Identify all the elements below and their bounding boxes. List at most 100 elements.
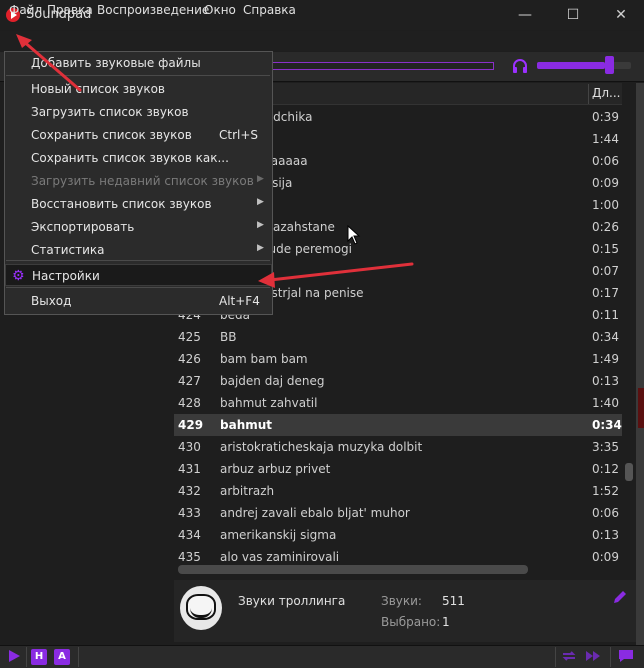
trollface-avatar bbox=[180, 586, 222, 630]
sounds-count-label: Звуки: bbox=[381, 594, 422, 608]
menu-window[interactable]: Окно bbox=[204, 3, 236, 17]
menu-separator bbox=[6, 75, 270, 76]
file-menu-item[interactable]: Выход Alt+F4 bbox=[5, 290, 272, 312]
menu-file[interactable]: Файл bbox=[9, 3, 42, 17]
status-separator bbox=[555, 647, 556, 667]
menu-item-label: Загрузить недавний список звуков bbox=[31, 174, 254, 188]
row-index: 433 bbox=[178, 506, 201, 520]
row-title: arbitrazh bbox=[220, 484, 275, 498]
selected-count-label: Выбрано: bbox=[381, 615, 441, 629]
table-row[interactable]: 430 aristokraticheskaja muzyka dolbit 3:35 bbox=[174, 436, 622, 458]
submenu-arrow-icon: ▶ bbox=[257, 220, 264, 230]
row-duration: 0:17 bbox=[592, 286, 619, 300]
menu-playback[interactable]: Воспроизведение bbox=[97, 3, 209, 17]
menu-item-label: Статистика bbox=[31, 243, 105, 257]
file-menu-item[interactable]: ⚙ Настройки bbox=[5, 264, 272, 286]
row-duration: 0:34 bbox=[592, 418, 622, 432]
volume-slider[interactable] bbox=[537, 62, 631, 69]
column-divider[interactable] bbox=[588, 84, 589, 104]
gear-icon: ⚙ bbox=[12, 268, 25, 284]
file-menu-item[interactable]: Загрузить список звуков bbox=[5, 101, 272, 123]
menu-bar bbox=[0, 31, 644, 51]
minimize-button[interactable]: — bbox=[507, 4, 543, 26]
status-separator bbox=[78, 647, 79, 667]
row-title: alo vas zaminirovali bbox=[220, 550, 340, 564]
menu-item-label: Экспортировать bbox=[31, 220, 135, 234]
row-index: 429 bbox=[178, 418, 204, 432]
auto-toggle-button[interactable]: A bbox=[54, 649, 70, 665]
horizontal-scrollbar-thumb[interactable] bbox=[178, 565, 528, 574]
row-title: andrej zavali ebalo bljat' muhor bbox=[220, 506, 410, 520]
row-title: BB bbox=[220, 330, 237, 344]
row-duration: 0:12 bbox=[592, 462, 619, 476]
row-duration: 0:11 bbox=[592, 308, 619, 322]
next-icon[interactable] bbox=[585, 649, 601, 665]
menu-item-label: Сохранить список звуков bbox=[31, 128, 192, 142]
table-row[interactable]: 428 bahmut zahvatil 1:40 bbox=[174, 392, 622, 414]
submenu-arrow-icon: ▶ bbox=[257, 174, 264, 184]
close-button[interactable]: ✕ bbox=[603, 4, 639, 26]
row-duration: 1:49 bbox=[592, 352, 619, 366]
table-row[interactable]: 425 BB 0:34 bbox=[174, 326, 622, 348]
table-row[interactable]: 432 arbitrazh 1:52 bbox=[174, 480, 622, 502]
sounds-count-value: 511 bbox=[442, 594, 465, 608]
table-row[interactable]: 427 bajden daj deneg 0:13 bbox=[174, 370, 622, 392]
row-index: 427 bbox=[178, 374, 201, 388]
volume-slider-thumb[interactable] bbox=[605, 56, 614, 74]
table-row[interactable]: 426 bam bam bam 1:49 bbox=[174, 348, 622, 370]
file-menu-item[interactable]: Сохранить список звуков как... bbox=[5, 147, 272, 169]
row-duration: 3:35 bbox=[592, 440, 619, 454]
row-duration: 0:34 bbox=[592, 330, 619, 344]
file-menu-item[interactable]: Восстановить список звуков ▶ bbox=[5, 193, 272, 215]
repeat-icon[interactable] bbox=[561, 649, 577, 665]
file-menu-item[interactable]: Добавить звуковые файлы bbox=[5, 52, 272, 74]
row-duration: 1:44 bbox=[592, 132, 619, 146]
row-duration: 0:06 bbox=[592, 154, 619, 168]
file-menu-item[interactable]: Экспортировать ▶ bbox=[5, 216, 272, 238]
table-row[interactable]: 434 amerikanskij sigma 0:13 bbox=[174, 524, 622, 546]
table-row[interactable]: 431 arbuz arbuz privet 0:12 bbox=[174, 458, 622, 480]
row-duration: 0:15 bbox=[592, 242, 619, 256]
column-header-duration[interactable]: Дл... bbox=[592, 86, 621, 100]
row-index: 430 bbox=[178, 440, 201, 454]
vertical-scrollbar-thumb[interactable] bbox=[625, 463, 633, 481]
table-row[interactable]: 433 andrej zavali ebalo bljat' muhor 0:06 bbox=[174, 502, 622, 524]
row-index: 428 bbox=[178, 396, 201, 410]
chat-icon[interactable] bbox=[618, 649, 634, 665]
row-duration: 0:39 bbox=[592, 110, 619, 124]
sound-list-info-panel bbox=[174, 580, 636, 642]
table-row[interactable]: 429 bahmut 0:34 bbox=[174, 414, 622, 436]
file-menu-item: Загрузить недавний список звуков ▶ bbox=[5, 170, 272, 192]
file-menu-item[interactable]: Сохранить список звуков Ctrl+S bbox=[5, 124, 272, 146]
file-menu-item[interactable]: Новый список звуков bbox=[5, 78, 272, 100]
row-title: aristokraticheskaja muzyka dolbit bbox=[220, 440, 423, 454]
menu-item-label: Добавить звуковые файлы bbox=[31, 56, 201, 70]
menu-help[interactable]: Справка bbox=[243, 3, 296, 17]
playback-progress-bar[interactable] bbox=[272, 62, 494, 70]
hotkeys-toggle-button[interactable]: H bbox=[31, 649, 47, 665]
row-duration: 0:13 bbox=[592, 374, 619, 388]
row-duration: 0:07 bbox=[592, 264, 619, 278]
row-index: 432 bbox=[178, 484, 201, 498]
row-index: 425 bbox=[178, 330, 201, 344]
row-duration: 1:40 bbox=[592, 396, 619, 410]
play-icon[interactable] bbox=[6, 649, 22, 665]
mouse-cursor-icon bbox=[347, 224, 361, 250]
file-menu-item[interactable]: Статистика ▶ bbox=[5, 239, 272, 261]
row-duration: 1:00 bbox=[592, 198, 619, 212]
row-index: 434 bbox=[178, 528, 201, 542]
maximize-button[interactable]: ☐ bbox=[555, 4, 591, 26]
row-index: 426 bbox=[178, 352, 201, 366]
vertical-scrollbar[interactable] bbox=[622, 83, 636, 565]
row-title: bam bam bam bbox=[220, 352, 308, 366]
menu-edit[interactable]: Правка bbox=[47, 3, 93, 17]
pencil-icon[interactable] bbox=[613, 590, 627, 608]
selected-count-value: 1 bbox=[442, 615, 450, 629]
menu-item-label: Новый список звуков bbox=[31, 82, 165, 96]
row-title: amerikanskij sigma bbox=[220, 528, 337, 542]
status-separator bbox=[26, 647, 27, 667]
menu-item-shortcut: Alt+F4 bbox=[219, 294, 260, 308]
headphones-icon[interactable] bbox=[512, 58, 528, 74]
submenu-arrow-icon: ▶ bbox=[257, 243, 264, 253]
row-index: 431 bbox=[178, 462, 201, 476]
